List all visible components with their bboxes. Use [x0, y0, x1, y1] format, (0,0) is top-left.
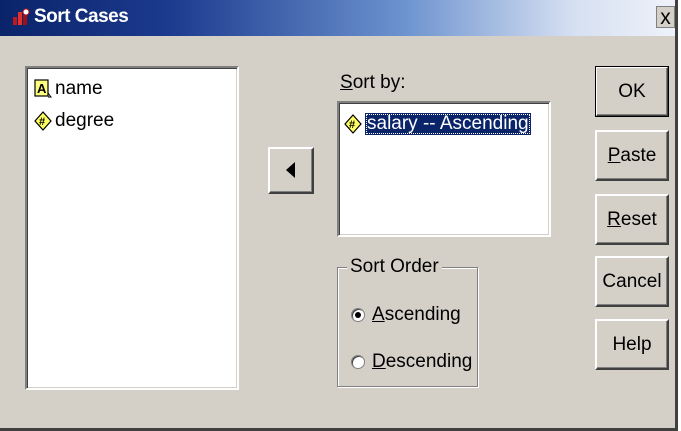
- sort-cases-dialog: Sort Cases x A name # degree Sort by: # …: [0, 0, 678, 431]
- title-bar[interactable]: Sort Cases x: [0, 0, 675, 36]
- radio-label: Descending: [372, 351, 473, 372]
- spss-app-icon: [13, 8, 30, 25]
- list-item-label: name: [55, 78, 103, 99]
- ok-button[interactable]: OK: [595, 66, 669, 117]
- radio-selected-dot: [355, 312, 361, 318]
- numeric-variable-icon: #: [34, 111, 52, 131]
- dialog-title: Sort Cases: [34, 6, 129, 27]
- list-item-label: salary -- Ascending: [365, 113, 531, 135]
- sort-by-list[interactable]: # salary -- Ascending: [337, 101, 551, 237]
- radio-label: Ascending: [372, 304, 461, 325]
- string-variable-icon: A: [34, 79, 52, 98]
- radio-descending[interactable]: Descending: [351, 351, 472, 373]
- radio-button-ascending[interactable]: [351, 308, 365, 322]
- left-arrow-icon: [286, 162, 295, 178]
- close-button[interactable]: x: [656, 6, 675, 29]
- svg-text:A: A: [37, 81, 47, 96]
- svg-text:#: #: [349, 119, 355, 131]
- move-variable-button[interactable]: [268, 147, 314, 194]
- list-item-name[interactable]: A name: [34, 78, 103, 100]
- radio-ascending[interactable]: Ascending: [351, 304, 461, 326]
- sort-by-label: Sort by:: [340, 72, 406, 93]
- list-item-salary[interactable]: # salary -- Ascending: [344, 113, 531, 135]
- source-variable-list[interactable]: A name # degree: [25, 66, 239, 390]
- radio-button-descending[interactable]: [351, 355, 365, 369]
- cancel-button[interactable]: Cancel: [595, 256, 669, 307]
- numeric-variable-icon: #: [344, 114, 362, 134]
- sort-order-legend: Sort Order: [347, 256, 442, 278]
- svg-text:#: #: [39, 116, 45, 128]
- close-icon: x: [660, 6, 671, 29]
- paste-button[interactable]: Paste: [595, 130, 669, 181]
- reset-button[interactable]: Reset: [595, 194, 669, 245]
- list-item-degree[interactable]: # degree: [34, 110, 114, 132]
- list-item-label: degree: [55, 110, 115, 131]
- help-button[interactable]: Help: [595, 319, 669, 370]
